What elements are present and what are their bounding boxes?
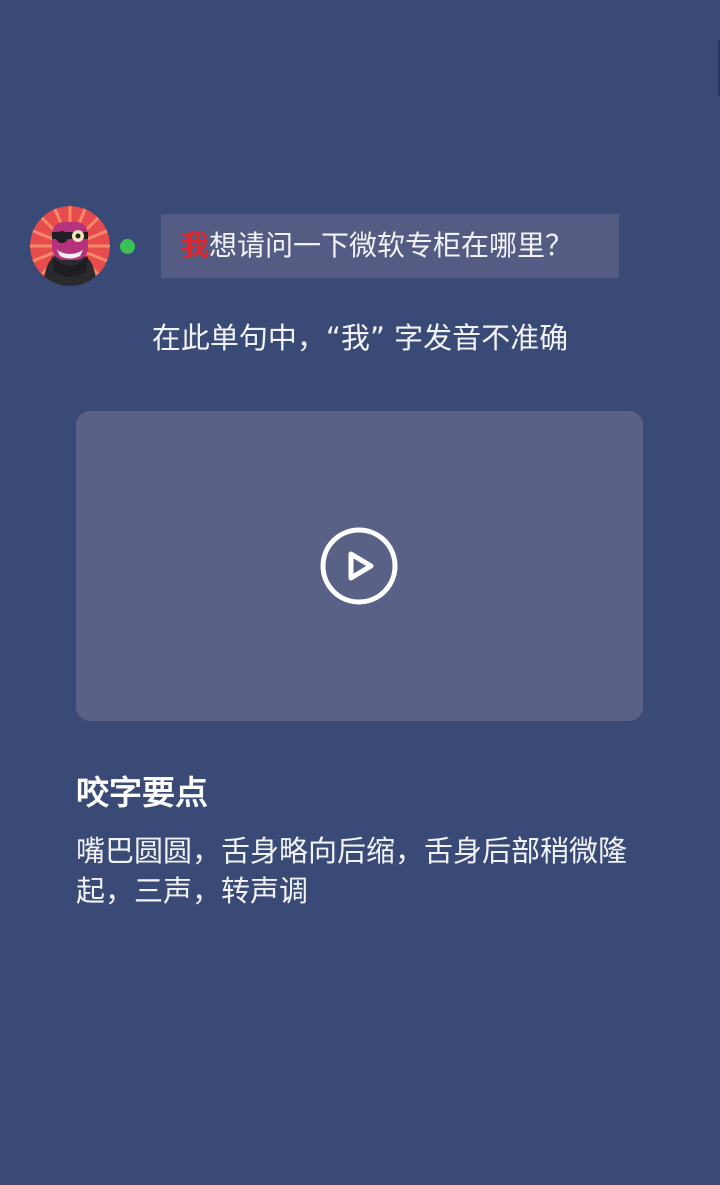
pirate-avatar-icon <box>30 206 110 286</box>
play-circle-icon[interactable] <box>319 526 399 606</box>
online-status-dot <box>120 239 135 254</box>
video-card[interactable] <box>76 411 643 721</box>
sentence-text: 想请问一下微软专柜在哪里？ <box>209 229 574 262</box>
pronunciation-feedback: 在此单句中，“我” 字发音不准确 <box>151 321 569 355</box>
mispronounced-word: 我 <box>181 229 210 262</box>
avatar[interactable] <box>30 206 110 286</box>
section-title: 咬字要点 <box>76 773 208 812</box>
sentence-bubble[interactable]: 我想请问一下微软专柜在哪里？ <box>161 214 619 278</box>
pronunciation-tips: 嘴巴圆圆，舌身略向后缩，舌身后部稍微隆起，三声，转声调 <box>76 834 628 908</box>
